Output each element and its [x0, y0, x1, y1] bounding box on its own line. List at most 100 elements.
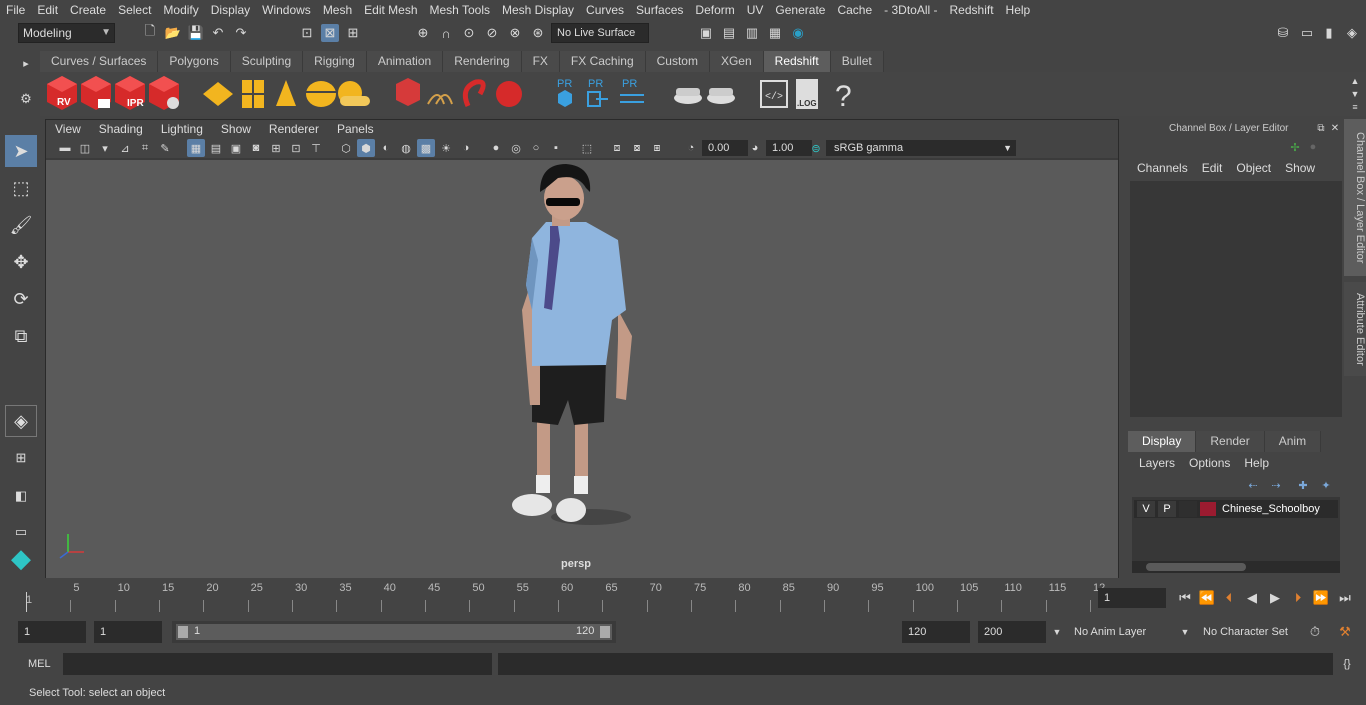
wire-on-shaded-icon[interactable]: ◍ [397, 139, 415, 157]
layer-visibility-toggle[interactable]: V [1137, 501, 1155, 517]
make-live-icon[interactable]: ⊛ [529, 24, 547, 42]
pr-export-icon[interactable]: PR [587, 78, 608, 107]
menu-curves[interactable]: Curves [580, 3, 630, 17]
anim-layer-select[interactable]: No Anim Layer [1068, 621, 1174, 643]
menu-cache[interactable]: Cache [831, 3, 878, 17]
step-back-icon[interactable]: ⏪ [1198, 589, 1216, 607]
exposure-icon[interactable]: ◔ [682, 139, 700, 157]
sidebar-toggle-icon[interactable]: ▭ [1298, 24, 1316, 42]
go-to-start-icon[interactable]: ⏮ [1176, 589, 1194, 607]
channel-menu-object[interactable]: Object [1229, 161, 1278, 175]
step-back-key-icon[interactable]: ⏴ [1220, 589, 1238, 607]
ipr-render-icon[interactable]: ▥ [743, 24, 761, 42]
snap-point-icon[interactable]: ⊙ [460, 24, 478, 42]
shelf-tab-xgen[interactable]: XGen [709, 51, 764, 72]
go-to-end-icon[interactable]: ⏭ [1336, 589, 1354, 607]
chevron-down-icon[interactable]: ▼ [1048, 623, 1066, 641]
channel-menu-channels[interactable]: Channels [1130, 161, 1195, 175]
snap-curve-icon[interactable]: ∩ [437, 24, 455, 42]
time-slider[interactable]: 1 5 10 15 20 25 30 35 40 45 50 55 60 65 70 75 80 85 90 95 10… [18, 580, 1105, 612]
xray-active-icon[interactable]: ⧆ [648, 139, 666, 157]
step-forward-key-icon[interactable]: ⏵ [1289, 589, 1307, 607]
wire-shade-icon[interactable]: ⬡ [337, 139, 355, 157]
shelf-tab-redshift[interactable]: Redshift [763, 51, 831, 72]
layer-tab-render[interactable]: Render [1196, 431, 1265, 452]
ao-icon[interactable]: ● [487, 139, 505, 157]
volume-icon[interactable] [427, 94, 453, 105]
move-tool-icon[interactable]: ✥ [5, 246, 37, 278]
redshift-ipr-icon[interactable]: IPR [115, 76, 145, 110]
layer-reference-toggle[interactable] [1179, 501, 1197, 517]
live-surface-field[interactable]: No Live Surface [551, 23, 649, 43]
move-layer-down-icon[interactable]: ⇢ [1267, 476, 1285, 494]
resolution-gate-icon[interactable]: ▣ [227, 139, 245, 157]
auto-key-icon[interactable]: ⏱ [1306, 623, 1324, 641]
film-gate-icon[interactable]: ▤ [207, 139, 225, 157]
chevron-down-icon[interactable]: ▼ [1176, 623, 1194, 641]
layer-menu-layers[interactable]: Layers [1132, 456, 1182, 470]
single-pane-icon[interactable]: ◈ [5, 405, 37, 437]
new-scene-icon[interactable]: 🗋 [141, 23, 159, 42]
range-bar[interactable]: 1 120 [176, 624, 612, 640]
menu-select[interactable]: Select [112, 3, 157, 17]
select-hierarchy-icon[interactable]: ⊡ [298, 24, 316, 42]
viewport-menu-shading[interactable]: Shading [90, 120, 152, 138]
animation-start-field[interactable]: 1 [18, 621, 86, 643]
tab-channel-box[interactable]: Channel Box / Layer Editor [1344, 119, 1366, 276]
preferences-icon[interactable]: ⚒ [1336, 623, 1354, 641]
snap-grid-icon[interactable]: ⊕ [414, 24, 432, 42]
hypershade-icon[interactable]: ◉ [789, 24, 807, 42]
shelf-tab-curves-surfaces[interactable]: Curves / Surfaces [40, 51, 159, 72]
move-layer-up-icon[interactable]: ⇠ [1244, 476, 1262, 494]
current-frame-field[interactable]: 1 [1098, 588, 1166, 608]
help-icon[interactable]: ? [835, 80, 852, 113]
play-backwards-icon[interactable]: ◀ [1243, 589, 1261, 607]
save-scene-icon[interactable]: 💾 [187, 24, 205, 42]
script-editor-icon[interactable]: {} [1338, 655, 1356, 673]
sun-light-icon[interactable] [338, 81, 370, 106]
lasso-tool-icon[interactable]: ⬚ [5, 172, 37, 204]
layer-color-swatch[interactable] [1200, 502, 1216, 516]
command-input[interactable] [63, 653, 492, 675]
shelf-tab-rigging[interactable]: Rigging [303, 51, 367, 72]
layer-scrollbar[interactable] [1132, 561, 1340, 573]
shelf-tab-sculpting[interactable]: Sculpting [230, 51, 304, 72]
menu-display[interactable]: Display [205, 3, 256, 17]
rotate-tool-icon[interactable]: ⟳ [5, 283, 37, 315]
field-chart-icon[interactable]: ⊞ [267, 139, 285, 157]
animation-end-field[interactable]: 200 [978, 621, 1046, 643]
menu-file[interactable]: File [0, 3, 31, 17]
menu-generate[interactable]: Generate [769, 3, 831, 17]
redshift-rv-icon[interactable]: RV [47, 76, 77, 110]
shelf-tab-fx-caching[interactable]: FX Caching [559, 51, 646, 72]
motion-blur-icon[interactable]: ◎ [507, 139, 525, 157]
redshift-render-icon[interactable] [81, 76, 111, 110]
snap-surface-icon[interactable]: ⊗ [506, 24, 524, 42]
render-settings-icon[interactable]: ▦ [766, 24, 784, 42]
range-start-handle[interactable] [178, 626, 188, 638]
default-material-icon[interactable]: ◐ [377, 139, 395, 157]
menu-deform[interactable]: Deform [689, 3, 740, 17]
aa-icon[interactable]: ○ [527, 139, 545, 157]
four-pane-icon[interactable]: ⊞ [5, 442, 37, 474]
manip-icon[interactable]: ● [1304, 138, 1322, 156]
script-editor-icon[interactable]: </> [760, 80, 788, 108]
menu-3dtoall[interactable]: - 3DtoAll - [878, 3, 943, 17]
playback-start-field[interactable]: 1 [94, 621, 162, 643]
viewport-menu-view[interactable]: View [46, 120, 90, 138]
channel-menu-show[interactable]: Show [1278, 161, 1322, 175]
shelf-tab-arrow-icon[interactable]: ▸ [17, 54, 35, 72]
exposure-field[interactable]: 0.00 [702, 140, 748, 156]
step-forward-icon[interactable]: ⏩ [1312, 589, 1330, 607]
menu-edit-mesh[interactable]: Edit Mesh [358, 3, 423, 17]
shelf-tab-polygons[interactable]: Polygons [158, 51, 231, 72]
layer-name[interactable]: Chinese_Schoolboy [1222, 503, 1320, 515]
select-component-icon[interactable]: ⊞ [344, 24, 362, 42]
attribute-toggle-icon[interactable]: ◈ [1343, 24, 1361, 42]
shelf-tab-bullet[interactable]: Bullet [830, 51, 884, 72]
edit-icon[interactable]: ✎ [156, 139, 174, 157]
command-language[interactable]: MEL [28, 658, 51, 670]
safe-action-icon[interactable]: ⊡ [287, 139, 305, 157]
color-management-icon[interactable]: ⊜ [807, 139, 825, 157]
play-forwards-icon[interactable]: ▶ [1266, 589, 1284, 607]
